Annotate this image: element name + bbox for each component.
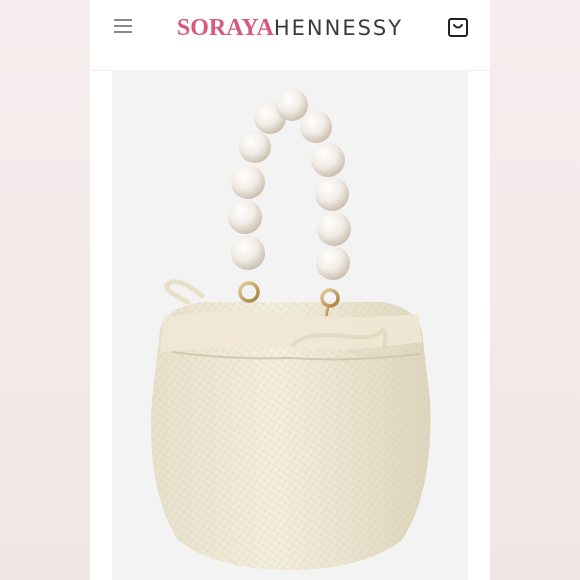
site-header: SORAYAHENNESSY xyxy=(90,0,490,71)
product-image[interactable] xyxy=(112,70,468,580)
brand-name-secondary: HENNESSY xyxy=(273,16,404,40)
bucket-bag-illustration xyxy=(151,89,431,570)
brand-logo[interactable]: SORAYAHENNESSY xyxy=(90,13,490,43)
shopping-bag-icon[interactable] xyxy=(447,16,469,38)
brand-name-primary: SORAYA xyxy=(176,15,274,41)
mobile-page: SORAYAHENNESSY xyxy=(90,0,490,580)
pearl-handle xyxy=(228,89,351,280)
right-backdrop xyxy=(490,0,580,580)
left-backdrop xyxy=(0,0,90,580)
